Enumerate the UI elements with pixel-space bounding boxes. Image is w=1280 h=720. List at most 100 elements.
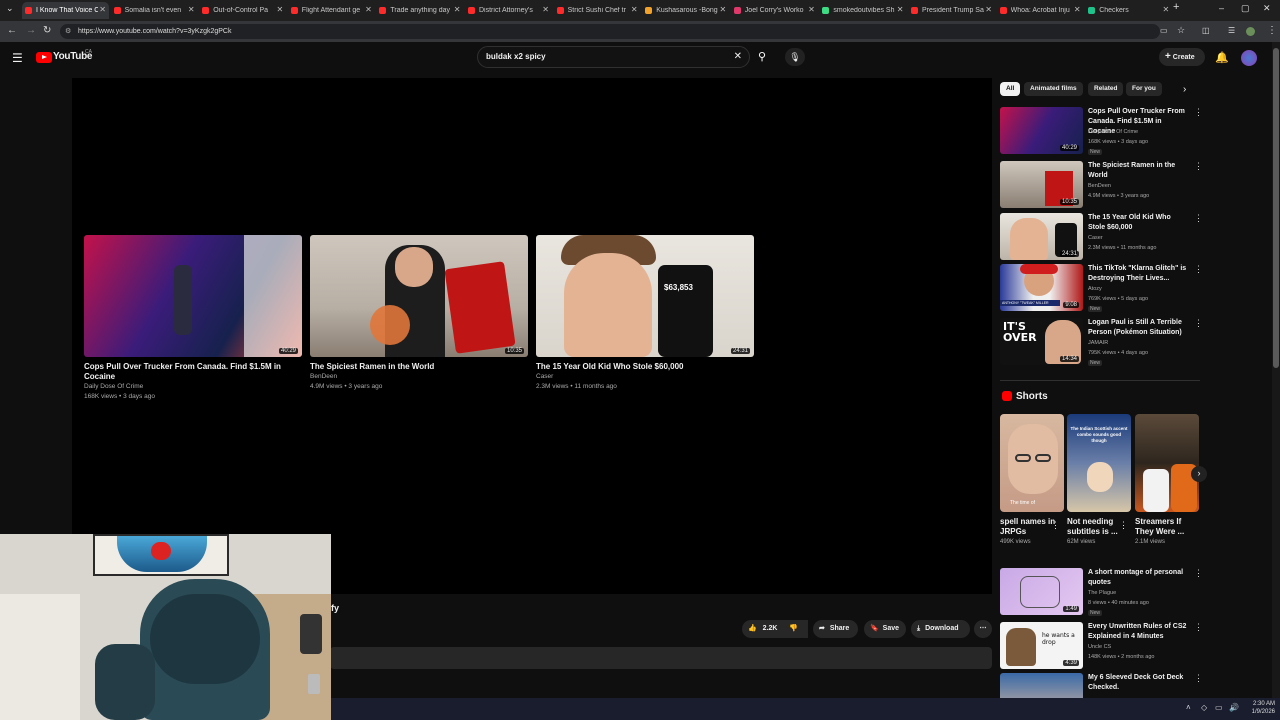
rec-title[interactable]: Logan Paul is Still A Terrible Person (P… xyxy=(1088,318,1188,338)
rec-thumbnail[interactable]: ANTHONY "TWEAK" MILLER 9:08 xyxy=(1000,264,1083,311)
browser-tab[interactable]: Kushasarous -Bong ✕ xyxy=(642,2,729,19)
recommended-video[interactable]: he wants a drop 4:39 Every Unwritten Rul… xyxy=(1000,622,1203,670)
scrollbar-thumb[interactable] xyxy=(1273,48,1279,368)
guide-menu-icon[interactable]: ☰ xyxy=(12,51,23,65)
endcard-thumbnail[interactable]: 40:29 xyxy=(84,235,302,357)
account-avatar[interactable] xyxy=(1241,50,1257,66)
browser-tab[interactable]: I Know That Voice C ✕ xyxy=(22,2,109,19)
rec-more-icon[interactable]: ⋮ xyxy=(1194,264,1203,275)
browser-tab[interactable]: Trade anything day ✕ xyxy=(376,2,463,19)
rec-title[interactable]: A short montage of personal quotes xyxy=(1088,568,1188,588)
share-button[interactable]: ➦ Share xyxy=(813,620,858,638)
rec-title[interactable]: The 15 Year Old Kid Who Stole $60,000 xyxy=(1088,213,1188,233)
new-tab-button[interactable]: + xyxy=(1173,1,1179,13)
bookmark-star-icon[interactable]: ☆ xyxy=(1177,25,1185,36)
description-box[interactable] xyxy=(330,647,992,669)
rec-thumbnail[interactable]: he wants a drop 4:39 xyxy=(1000,622,1083,669)
endcard-thumbnail[interactable]: 10:35 xyxy=(310,235,528,357)
rec-channel[interactable]: Daily Dose Of Crime xyxy=(1088,129,1138,135)
page-scrollbar[interactable] xyxy=(1272,42,1280,698)
browser-tab[interactable]: Flight Attendant ge ✕ xyxy=(288,2,375,19)
rec-more-icon[interactable]: ⋮ xyxy=(1194,568,1203,579)
rec-channel[interactable]: JAMAIR xyxy=(1088,340,1108,346)
more-actions-button[interactable]: ⋯ xyxy=(974,620,992,638)
browser-tab[interactable]: Somalia isn't even ✕ xyxy=(111,2,198,19)
endscreen-card[interactable]: 10:35 The Spiciest Ramen in the World Be… xyxy=(310,235,528,392)
tab-close-icon[interactable]: ✕ xyxy=(808,5,815,14)
rec-thumbnail[interactable]: 10:35 xyxy=(1000,161,1083,208)
address-bar[interactable]: ⚙ https://www.youtube.com/watch?v=3yKzgk… xyxy=(60,24,1160,39)
download-button[interactable]: ⤓ Download xyxy=(911,620,970,638)
tab-close-icon[interactable]: ✕ xyxy=(542,5,549,14)
wifi-icon[interactable]: ◇ xyxy=(1201,703,1207,712)
reload-icon[interactable]: ↻ xyxy=(43,25,51,36)
tab-close-icon[interactable]: ✕ xyxy=(365,5,372,14)
rec-channel[interactable]: Atozy xyxy=(1088,286,1102,292)
rec-title[interactable]: My 6 Sleeved Deck Got Deck Checked. xyxy=(1088,673,1188,693)
recommended-video[interactable]: 1:49 A short montage of personal quotes … xyxy=(1000,568,1203,616)
chip-for-you[interactable]: For you xyxy=(1126,82,1162,96)
tab-close-icon[interactable]: ✕ xyxy=(188,5,195,14)
site-info-icon[interactable]: ⚙ xyxy=(65,24,71,39)
extensions-icon[interactable]: ◫ xyxy=(1202,26,1210,35)
tab-search-icon[interactable]: ⌄ xyxy=(6,3,14,14)
rec-more-icon[interactable]: ⋮ xyxy=(1194,161,1203,172)
minimize-icon[interactable]: – xyxy=(1219,3,1224,13)
rec-thumbnail[interactable]: 1:49 xyxy=(1000,568,1083,615)
youtube-logo-icon[interactable] xyxy=(36,52,52,63)
tab-close-icon[interactable]: ✕ xyxy=(985,5,992,14)
search-input[interactable]: buldak x2 spicy ✕ xyxy=(477,46,750,68)
short-thumbnail[interactable]: The Indian Scottish accent combo sounds … xyxy=(1067,414,1131,512)
tab-close-icon[interactable]: ✕ xyxy=(719,5,726,14)
forward-icon[interactable]: → xyxy=(26,25,36,36)
short-thumbnail[interactable]: The time of xyxy=(1000,414,1064,512)
endscreen-card[interactable]: $63,853 24:31 The 15 Year Old Kid Who St… xyxy=(536,235,754,392)
rec-more-icon[interactable]: ⋮ xyxy=(1194,673,1200,684)
endcard-thumbnail[interactable]: $63,853 24:31 xyxy=(536,235,754,357)
endscreen-card[interactable]: 40:29 Cops Pull Over Trucker From Canada… xyxy=(84,235,302,402)
sidebar-icon[interactable]: ☰ xyxy=(1228,26,1235,35)
chip-all[interactable]: All xyxy=(1000,82,1021,96)
rec-more-icon[interactable]: ⋮ xyxy=(1194,622,1203,633)
tab-close-icon[interactable]: ✕ xyxy=(1162,5,1169,14)
rec-channel[interactable]: Caser xyxy=(1088,235,1103,241)
rec-channel[interactable]: The Plague xyxy=(1088,590,1116,596)
tab-close-icon[interactable]: ✕ xyxy=(1074,5,1081,14)
chip-animated-films[interactable]: Animated films xyxy=(1024,82,1083,96)
short-more-icon[interactable]: ⋮ xyxy=(1051,520,1060,531)
maximize-icon[interactable]: ▢ xyxy=(1241,3,1250,14)
recommended-video[interactable]: 10:35 The Spiciest Ramen in the World Be… xyxy=(1000,161,1203,209)
rec-thumbnail[interactable]: IT'S OVER 14:34 xyxy=(1000,318,1083,365)
chip-related[interactable]: Related xyxy=(1088,82,1124,96)
recommended-video[interactable]: IT'S OVER 14:34 Logan Paul is Still A Te… xyxy=(1000,318,1203,366)
endcard-title[interactable]: The 15 Year Old Kid Who Stole $60,000 xyxy=(536,362,754,372)
tab-close-icon[interactable]: ✕ xyxy=(897,5,904,14)
chips-next-icon[interactable]: › xyxy=(1183,84,1186,95)
profile-avatar[interactable] xyxy=(1246,27,1255,36)
browser-tab[interactable]: Strict Sushi Chef tr ✕ xyxy=(554,2,641,19)
tab-close-icon[interactable]: ✕ xyxy=(631,5,638,14)
endcard-title[interactable]: The Spiciest Ramen in the World xyxy=(310,362,528,372)
rec-thumbnail[interactable]: 40:29 xyxy=(1000,107,1083,154)
browser-tab[interactable]: District Attorney's ✕ xyxy=(465,2,552,19)
browser-tab[interactable]: Checkers ✕ xyxy=(1085,2,1172,19)
short-thumbnail[interactable] xyxy=(1135,414,1199,512)
rec-more-icon[interactable]: ⋮ xyxy=(1194,318,1203,329)
clock[interactable]: 2:30 AM 1/9/2026 xyxy=(1245,700,1275,716)
search-button[interactable]: ⚲ xyxy=(750,46,774,68)
rec-title[interactable]: This TikTok "Klarna Glitch" is Destroyin… xyxy=(1088,264,1188,284)
display-icon[interactable]: ▭ xyxy=(1215,703,1223,712)
shorts-next-icon[interactable]: › xyxy=(1191,466,1207,482)
browser-tab[interactable]: President Trump Sa ✕ xyxy=(908,2,995,19)
clear-search-icon[interactable]: ✕ xyxy=(734,47,742,67)
short-title[interactable]: Streamers If They Were ... xyxy=(1135,517,1199,537)
rec-thumbnail[interactable] xyxy=(1000,673,1083,698)
tab-close-icon[interactable]: ✕ xyxy=(276,5,283,14)
recommended-video[interactable]: ANTHONY "TWEAK" MILLER 9:08 This TikTok … xyxy=(1000,264,1203,312)
create-button[interactable]: + Create xyxy=(1159,48,1205,66)
dislike-button[interactable]: 👎 xyxy=(783,620,808,638)
rec-channel[interactable]: BenDeen xyxy=(1088,183,1111,189)
browser-tab[interactable]: smokedoutvibes Sh ✕ xyxy=(819,2,906,19)
tab-close-icon[interactable]: ✕ xyxy=(99,5,106,14)
cast-icon[interactable]: ▭ xyxy=(1160,26,1168,35)
